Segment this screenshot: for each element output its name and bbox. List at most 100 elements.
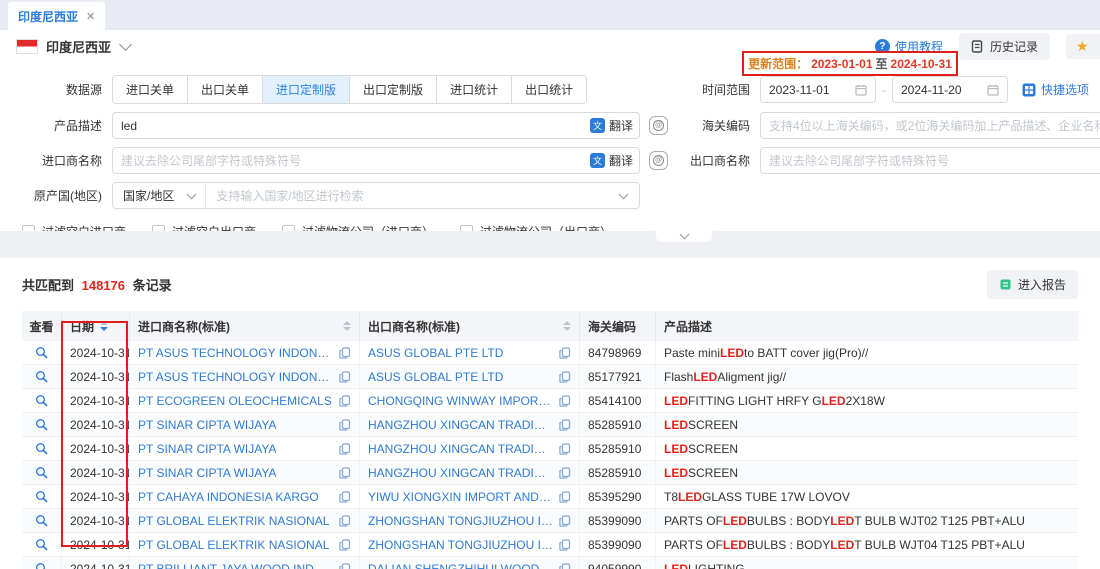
sort-icon[interactable] (563, 321, 571, 331)
copy-icon[interactable] (333, 347, 351, 359)
date-to-input[interactable]: 2024-11-20 (892, 76, 1008, 103)
column-header[interactable]: 日期 (62, 311, 130, 341)
chevron-down-icon (679, 230, 689, 240)
view-record-button[interactable] (22, 341, 62, 364)
copy-icon[interactable] (333, 491, 351, 503)
view-record-button[interactable] (22, 413, 62, 436)
exporter-name-link[interactable]: HANGZHOU XINGCAN TRADING CO LTD (368, 418, 553, 432)
datasource-tab[interactable]: 出口关单 (187, 76, 262, 103)
exact-match-toggle[interactable]: @ (649, 116, 668, 135)
grid-icon (1022, 83, 1036, 97)
exact-match-toggle[interactable]: @ (649, 151, 668, 170)
origin-country-select[interactable]: 国家/地区 (113, 183, 206, 208)
copy-icon[interactable] (333, 539, 351, 551)
origin-country-control[interactable]: 国家/地区 支持输入国家/地区进行检索 (112, 182, 640, 209)
search-icon[interactable] (35, 514, 48, 527)
copy-icon[interactable] (553, 347, 571, 359)
importer-name-link[interactable]: PT SINAR CIPTA WIJAYA (138, 418, 276, 432)
sort-icon[interactable] (343, 321, 351, 331)
datasource-tab[interactable]: 出口定制版 (349, 76, 436, 103)
exporter-name-link[interactable]: CHONGQING WINWAY IMPORT AND E... (368, 394, 553, 408)
exporter-name-link[interactable]: HANGZHOU XINGCAN TRADING CO LTD (368, 442, 553, 456)
product-desc-cell: LED LIGHTING (656, 557, 1078, 569)
sort-icon[interactable] (100, 321, 108, 331)
importer-name-link[interactable]: PT CAHAYA INDONESIA KARGO (138, 490, 319, 504)
search-icon[interactable] (35, 490, 48, 503)
search-icon[interactable] (35, 466, 48, 479)
datasource-tab[interactable]: 进口关单 (113, 76, 187, 103)
exporter-name-link[interactable]: ZHONGSHAN TONGJIUZHOU INTERNA... (368, 538, 553, 552)
view-record-button[interactable] (22, 461, 62, 484)
copy-icon[interactable] (333, 419, 351, 431)
importer-name-link[interactable]: PT GLOBAL ELEKTRIK NASIONAL (138, 514, 329, 528)
column-header-label: 产品描述 (664, 318, 712, 335)
history-button[interactable]: 历史记录 (959, 33, 1050, 60)
importer-name-link[interactable]: PT SINAR CIPTA WIJAYA (138, 442, 276, 456)
view-record-button[interactable] (22, 437, 62, 460)
translate-button[interactable]: 文 翻译 (590, 117, 633, 134)
importer-name-link[interactable]: PT ASUS TECHNOLOGY INDONESIA BA... (138, 346, 333, 360)
search-icon[interactable] (35, 418, 48, 431)
quick-options-link[interactable]: 快捷选项 (1022, 81, 1089, 98)
copy-icon[interactable] (333, 563, 351, 569)
importer-name-link[interactable]: PT ASUS TECHNOLOGY INDONESIA BA... (138, 370, 333, 384)
chevron-down-icon[interactable] (119, 38, 132, 51)
exporter-name-link[interactable]: ASUS GLOBAL PTE LTD (368, 346, 503, 360)
exporter-name-link[interactable]: DALIAN SHENGZHIHUI WOOD INDUST... (368, 562, 553, 569)
exporter-name-link[interactable]: YIWU XIONGXIN IMPORT AND EXPORT... (368, 490, 553, 504)
copy-icon[interactable] (333, 467, 351, 479)
view-record-button[interactable] (22, 509, 62, 532)
exporter-name-link[interactable]: ASUS GLOBAL PTE LTD (368, 370, 503, 384)
indonesia-flag-icon (16, 39, 38, 54)
collapse-panel-button[interactable] (655, 230, 713, 243)
view-record-button[interactable] (22, 365, 62, 388)
copy-icon[interactable] (553, 395, 571, 407)
search-icon[interactable] (35, 394, 48, 407)
exporter-name-link[interactable]: HANGZHOU XINGCAN TRADING CO LTD (368, 466, 553, 480)
importer-name-input[interactable] (121, 154, 581, 168)
copy-icon[interactable] (333, 371, 351, 383)
datasource-tab[interactable]: 进口定制版 (262, 76, 349, 103)
copy-icon[interactable] (553, 371, 571, 383)
view-record-button[interactable] (22, 557, 62, 569)
copy-icon[interactable] (553, 491, 571, 503)
hs-code-input[interactable]: 支持4位以上海关编码，或2位海关编码加上产品描述、企业名称的任意信息 (760, 112, 1100, 139)
copy-icon[interactable] (553, 467, 571, 479)
importer-name-link[interactable]: PT ECOGREEN OLEOCHEMICALS (138, 394, 332, 408)
importer-name-link[interactable]: PT SINAR CIPTA WIJAYA (138, 466, 276, 480)
copy-icon[interactable] (553, 419, 571, 431)
search-icon[interactable] (35, 442, 48, 455)
importer-name-link[interactable]: PT BRILLIANT JAYA WOOD INDUSTRY (138, 562, 333, 569)
view-record-button[interactable] (22, 485, 62, 508)
copy-icon[interactable] (333, 515, 351, 527)
favorite-button[interactable]: ★ (1066, 34, 1100, 59)
datasource-tab[interactable]: 进口统计 (436, 76, 511, 103)
copy-icon[interactable] (333, 395, 351, 407)
date-from-input[interactable]: 2023-11-01 (760, 76, 876, 103)
hs-code-cell: 85285910 (580, 461, 656, 484)
exporter-name-input[interactable]: 建议去除公司尾部字符或特殊符号 (760, 147, 1100, 174)
search-icon[interactable] (35, 538, 48, 551)
copy-icon[interactable] (553, 515, 571, 527)
translate-button[interactable]: 文 翻译 (590, 152, 633, 169)
search-icon[interactable] (35, 346, 48, 359)
copy-icon[interactable] (553, 563, 571, 569)
product-desc-input[interactable] (121, 119, 581, 133)
view-record-button[interactable] (22, 389, 62, 412)
copy-icon[interactable] (553, 443, 571, 455)
exporter-name-cell: ASUS GLOBAL PTE LTD (360, 341, 580, 364)
enter-report-button[interactable]: 进入报告 (987, 270, 1078, 299)
copy-icon[interactable] (553, 539, 571, 551)
close-icon[interactable]: ✕ (86, 10, 95, 23)
search-icon[interactable] (35, 562, 48, 569)
column-header[interactable]: 出口商名称(标准) (360, 311, 580, 341)
search-icon[interactable] (35, 370, 48, 383)
exporter-name-link[interactable]: ZHONGSHAN TONGJIUZHOU INTERNA... (368, 514, 553, 528)
datasource-tab[interactable]: 出口统计 (511, 76, 586, 103)
copy-icon[interactable] (333, 443, 351, 455)
view-record-button[interactable] (22, 533, 62, 556)
column-header[interactable]: 进口商名称(标准) (130, 311, 360, 341)
hs-code-cell: 85177921 (580, 365, 656, 388)
country-tab[interactable]: 印度尼西亚 ✕ (8, 2, 105, 30)
importer-name-link[interactable]: PT GLOBAL ELEKTRIK NASIONAL (138, 538, 329, 552)
